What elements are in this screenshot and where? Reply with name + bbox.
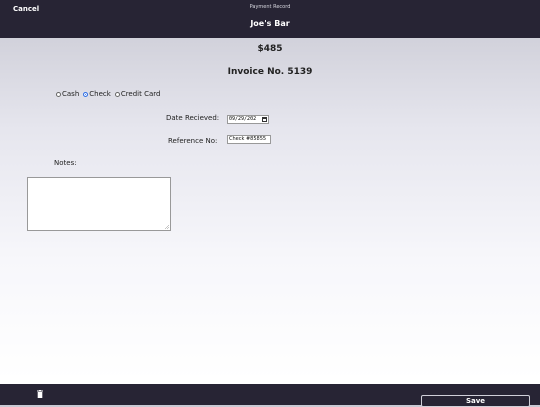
reference-number-input[interactable]: Check #85855 bbox=[227, 135, 271, 144]
resize-handle-icon[interactable] bbox=[165, 225, 169, 229]
payment-amount: $485 bbox=[257, 44, 283, 54]
date-received-input[interactable]: 09/29/202 bbox=[227, 115, 269, 124]
top-navigation-bar: Cancel Payment Record Joe's Bar bbox=[0, 0, 540, 38]
invoice-number: Invoice No. 5139 bbox=[227, 67, 313, 77]
payment-method-group: Cash Check Credit Card bbox=[56, 90, 164, 98]
bottom-toolbar: Save bbox=[0, 384, 540, 407]
radio-check-label: Check bbox=[89, 90, 111, 98]
reference-number-label: Reference No: bbox=[168, 137, 218, 145]
calendar-icon[interactable] bbox=[262, 117, 267, 122]
radio-credit-card[interactable] bbox=[114, 91, 120, 97]
trash-icon[interactable] bbox=[37, 390, 43, 398]
save-button[interactable]: Save bbox=[421, 395, 530, 407]
radio-cash-label: Cash bbox=[62, 90, 80, 98]
radio-cash[interactable] bbox=[56, 91, 61, 97]
page-subtitle: Payment Record bbox=[249, 4, 291, 10]
notes-label: Notes: bbox=[54, 159, 77, 167]
payment-method-cash[interactable]: Cash bbox=[56, 90, 79, 98]
payment-method-credit-card[interactable]: Credit Card bbox=[114, 90, 161, 98]
date-received-value: 09/29/202 bbox=[229, 116, 257, 122]
page-title: Joe's Bar bbox=[250, 19, 290, 28]
payment-method-check[interactable]: Check bbox=[83, 90, 111, 98]
radio-credit-card-label: Credit Card bbox=[120, 90, 161, 98]
radio-check[interactable] bbox=[83, 91, 89, 97]
date-received-label: Date Recieved: bbox=[166, 114, 220, 122]
notes-textarea[interactable] bbox=[27, 177, 171, 231]
